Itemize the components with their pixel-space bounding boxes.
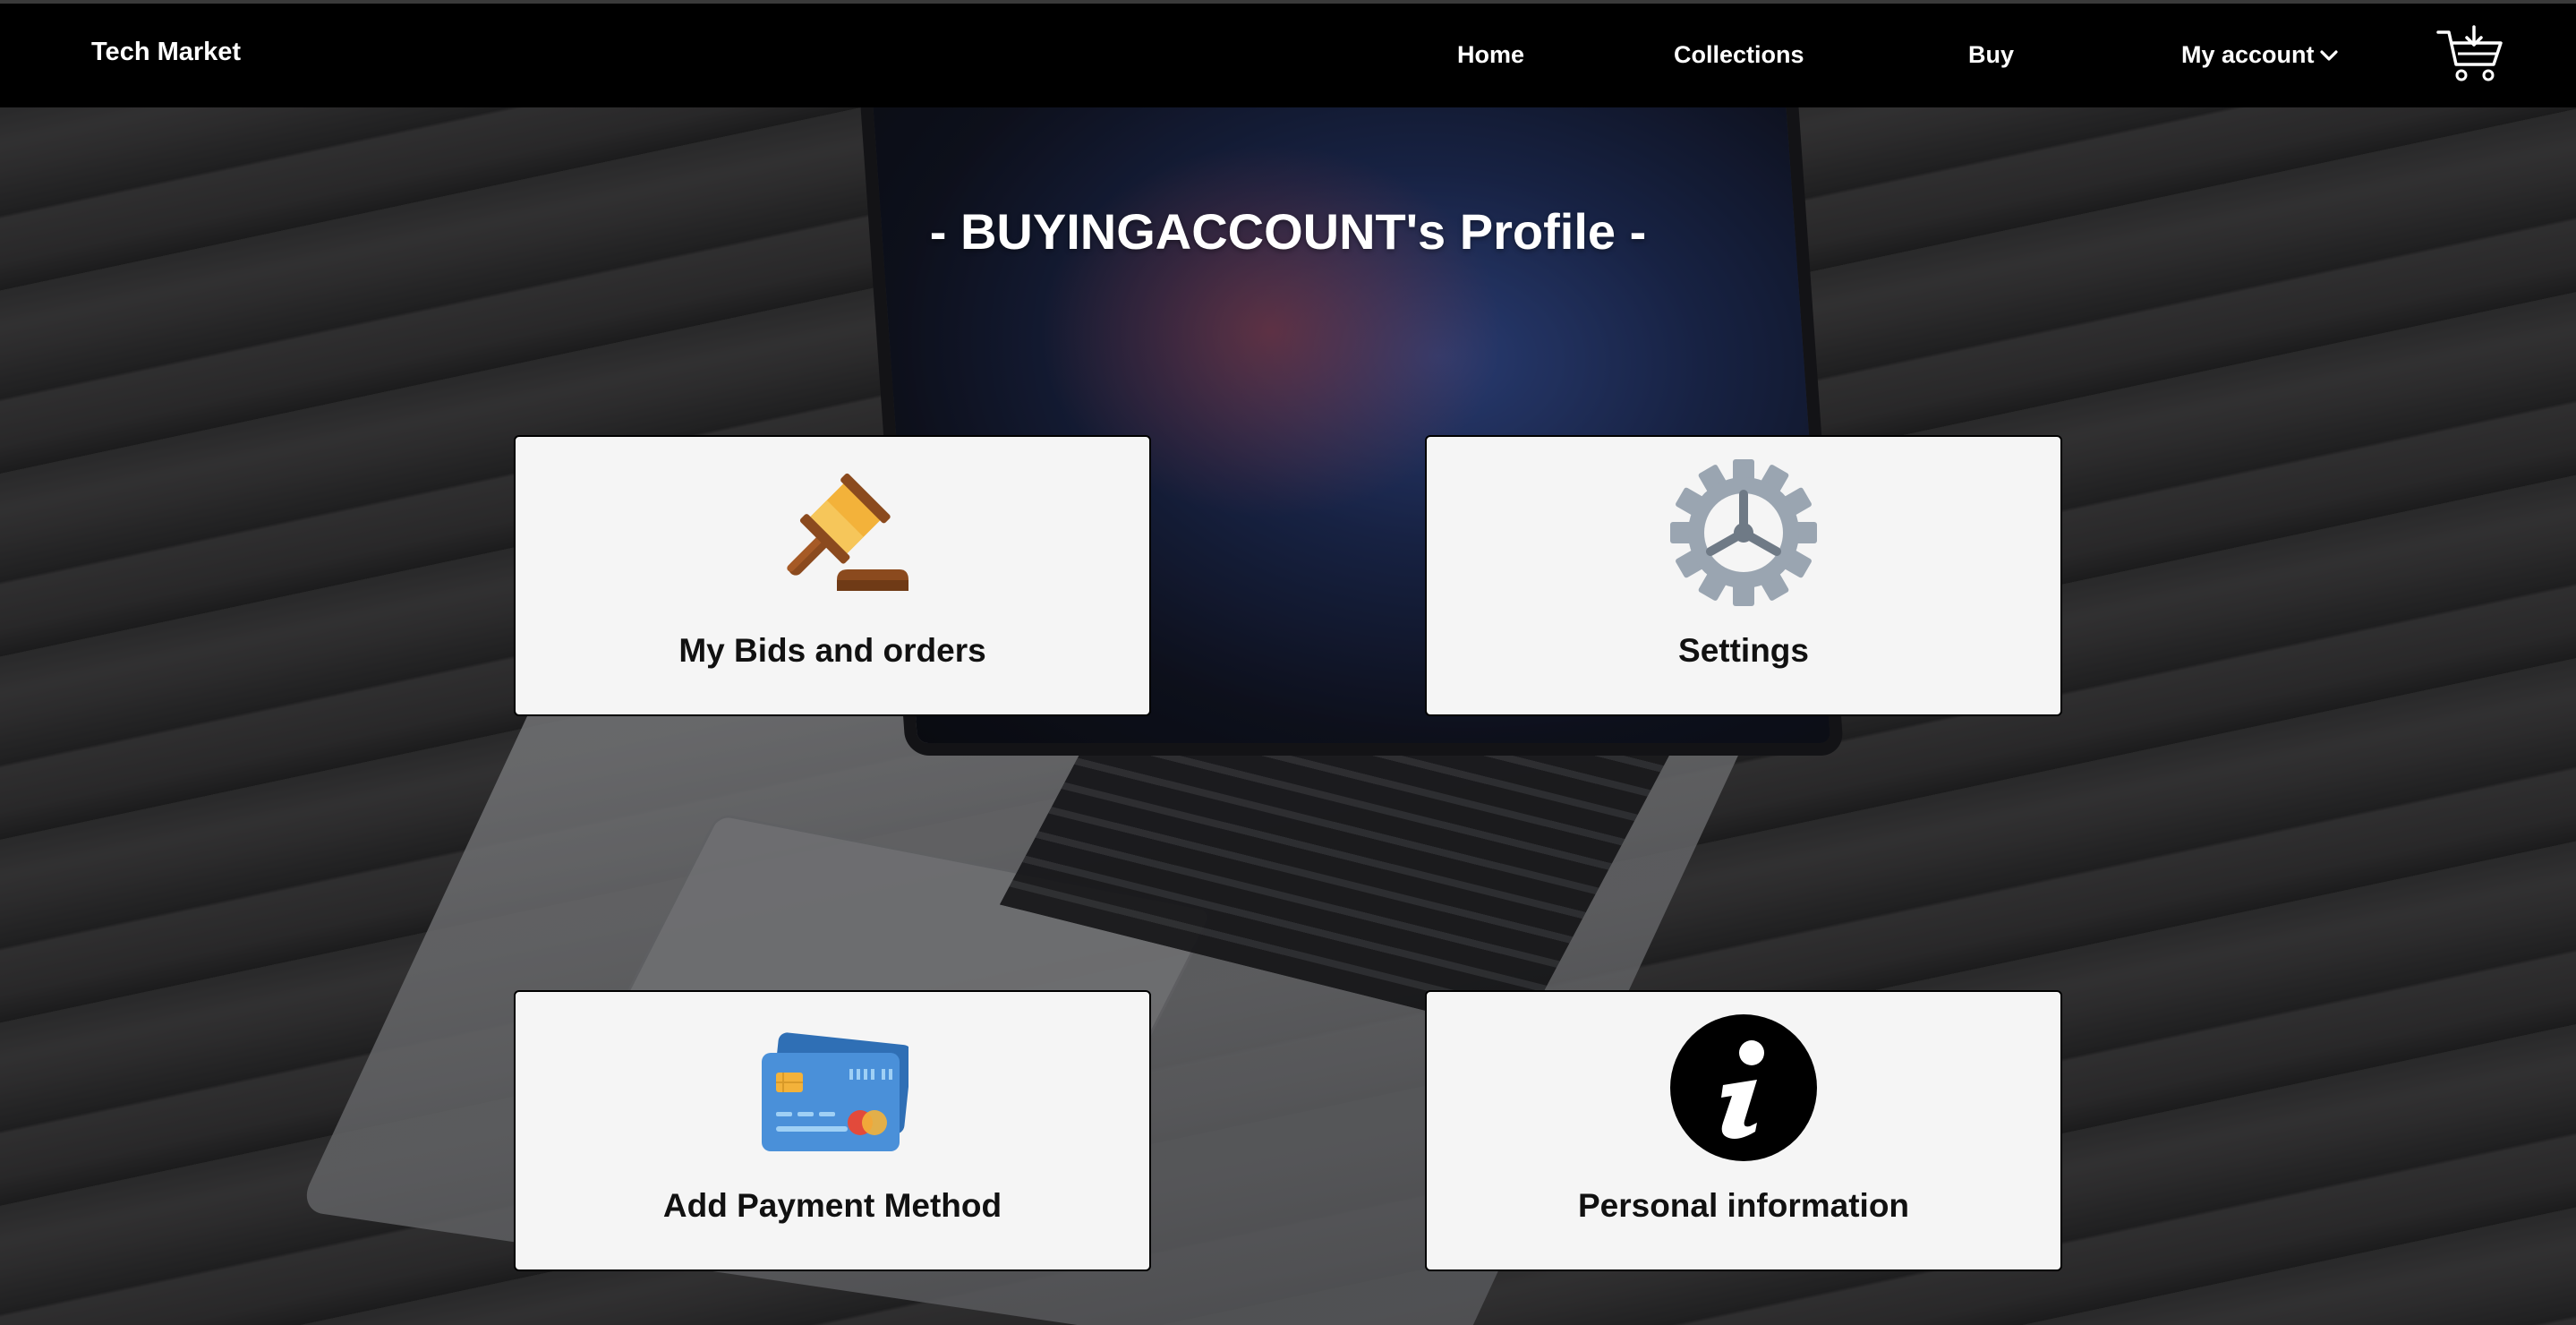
settings-card[interactable]: Settings [1425,435,2062,716]
gear-icon [1670,459,1817,606]
credit-card-icon [762,1032,908,1151]
nav-buy[interactable]: Buy [1968,41,2014,69]
settings-label: Settings [1678,632,1809,669]
nav-my-account[interactable]: My account [2181,41,2340,69]
add-payment-label: Add Payment Method [662,1187,1002,1224]
chevron-down-icon [2319,49,2338,61]
gavel-icon [787,473,908,591]
personal-info-label: Personal information [1577,1187,1910,1224]
brand-logo[interactable]: Tech Market [91,38,241,67]
nav-collections[interactable]: Collections [1674,41,1804,69]
cart-icon[interactable] [2436,25,2504,84]
hero-background [0,107,2576,1325]
bids-orders-label: My Bids and orders [678,632,986,669]
bids-orders-card[interactable]: My Bids and orders [514,435,1151,716]
nav-my-account-label: My account [2181,41,2315,68]
profile-title: - BUYINGACCOUNT's Profile - [929,203,1647,260]
info-icon [1670,1014,1817,1161]
add-payment-card[interactable]: Add Payment Method [514,990,1151,1271]
nav-home[interactable]: Home [1457,41,1524,69]
navbar: Tech Market Home Collections Buy My acco… [0,4,2576,107]
page: Tech Market Home Collections Buy My acco… [0,0,2576,1325]
personal-info-card[interactable]: Personal information [1425,990,2062,1271]
